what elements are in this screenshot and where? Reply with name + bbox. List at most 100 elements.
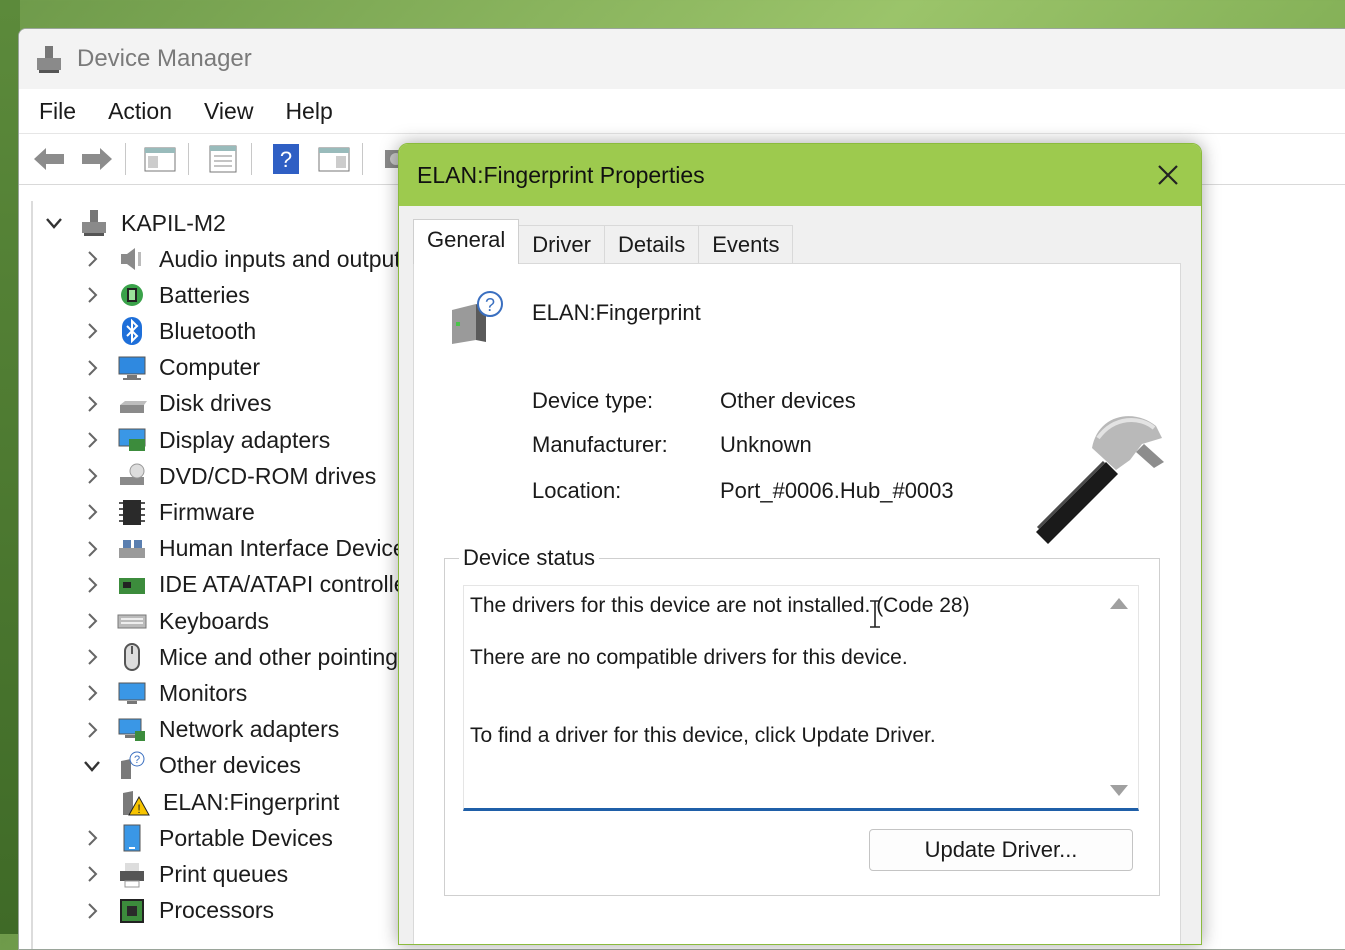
tree-item[interactable]: Human Interface Devices bbox=[81, 531, 417, 567]
console-tree-icon bbox=[144, 147, 176, 172]
chevron-right-icon[interactable] bbox=[81, 465, 103, 487]
status-line-1: The drivers for this device are not inst… bbox=[470, 594, 970, 617]
tree-item[interactable]: Computer bbox=[81, 350, 260, 386]
chevron-right-icon[interactable] bbox=[81, 610, 103, 632]
tree-item[interactable]: Firmware bbox=[81, 494, 255, 530]
mouse-icon bbox=[117, 642, 147, 672]
chevron-right-icon[interactable] bbox=[81, 827, 103, 849]
tree-item-label: Keyboards bbox=[159, 607, 269, 634]
chevron-right-icon[interactable] bbox=[81, 429, 103, 451]
tree-item[interactable]: ! ELAN:Fingerprint bbox=[121, 784, 339, 820]
tree-item[interactable]: DVD/CD-ROM drives bbox=[81, 458, 376, 494]
svg-text:?: ? bbox=[134, 754, 140, 766]
tab-general[interactable]: General bbox=[413, 219, 520, 264]
chevron-right-icon[interactable] bbox=[81, 863, 103, 885]
device-status-group: Device status The drivers for this devic… bbox=[444, 545, 1160, 896]
chevron-right-icon[interactable] bbox=[81, 357, 103, 379]
chevron-right-icon[interactable] bbox=[81, 574, 103, 596]
chevron-right-icon[interactable] bbox=[81, 719, 103, 741]
chevron-right-icon[interactable] bbox=[81, 393, 103, 415]
unknown-device-icon: ? bbox=[448, 290, 506, 348]
battery-icon bbox=[117, 280, 147, 310]
tree-item-label: Computer bbox=[159, 354, 260, 381]
action-pane-button[interactable] bbox=[314, 141, 354, 177]
tree-item-label: Disk drives bbox=[159, 390, 272, 417]
chevron-right-icon[interactable] bbox=[81, 501, 103, 523]
tree-item-label: Display adapters bbox=[159, 426, 331, 453]
monitor-icon bbox=[117, 678, 147, 708]
device-manager-icon bbox=[35, 44, 63, 74]
device-tree: KAPIL-M2 Audio inputs and outputs Batteri… bbox=[31, 201, 482, 949]
hid-icon bbox=[117, 534, 147, 564]
window-title: Device Manager bbox=[77, 45, 252, 72]
menu-view[interactable]: View bbox=[204, 98, 253, 125]
tree-item-label: Other devices bbox=[159, 752, 301, 779]
chevron-right-icon[interactable] bbox=[81, 248, 103, 270]
device-status-textbox[interactable]: The drivers for this device are not inst… bbox=[463, 585, 1139, 811]
tree-item[interactable]: Batteries bbox=[81, 277, 250, 313]
menu-file[interactable]: File bbox=[39, 98, 76, 125]
menu-help[interactable]: Help bbox=[285, 98, 332, 125]
tree-item[interactable]: Network adapters bbox=[81, 712, 339, 748]
scroll-down-icon[interactable] bbox=[1110, 785, 1128, 796]
device-type-value: Other devices bbox=[720, 388, 856, 413]
tree-item[interactable]: Portable Devices bbox=[81, 820, 333, 856]
ide-controller-icon bbox=[117, 570, 147, 600]
properties-button[interactable] bbox=[203, 141, 243, 177]
tree-item[interactable]: Monitors bbox=[81, 675, 247, 711]
tree-root[interactable]: KAPIL-M2 bbox=[43, 205, 226, 241]
dialog-body: General Driver Details Events ? ELAN:Fin… bbox=[399, 206, 1201, 944]
chevron-right-icon[interactable] bbox=[81, 320, 103, 342]
network-adapter-icon bbox=[117, 715, 147, 745]
chevron-right-icon[interactable] bbox=[81, 646, 103, 668]
tab-details[interactable]: Details bbox=[603, 225, 700, 264]
tree-item-label: Human Interface Devices bbox=[159, 535, 418, 562]
status-line-3: To find a driver for this device, click … bbox=[470, 724, 936, 747]
tree-item-label: Batteries bbox=[159, 281, 250, 308]
toolbar-separator bbox=[362, 143, 363, 175]
svg-text:?: ? bbox=[485, 295, 495, 315]
tree-item[interactable]: Bluetooth bbox=[81, 313, 256, 349]
chevron-right-icon[interactable] bbox=[81, 284, 103, 306]
tree-item-label: DVD/CD-ROM drives bbox=[159, 462, 377, 489]
speaker-icon bbox=[117, 244, 147, 274]
dialog-title: ELAN:Fingerprint Properties bbox=[417, 161, 705, 188]
text-cursor-icon bbox=[868, 600, 882, 628]
chevron-right-icon[interactable] bbox=[81, 682, 103, 704]
desktop-background bbox=[0, 0, 20, 934]
tree-item-label: IDE ATA/ATAPI controllers bbox=[159, 571, 426, 598]
scroll-up-icon[interactable] bbox=[1110, 598, 1128, 609]
dialog-close-button[interactable] bbox=[1151, 158, 1185, 192]
back-button[interactable] bbox=[29, 141, 69, 177]
chevron-right-icon[interactable] bbox=[81, 900, 103, 922]
location-label: Location: bbox=[532, 478, 622, 503]
tree-item[interactable]: Disk drives bbox=[81, 386, 271, 422]
svg-text:?: ? bbox=[280, 147, 292, 172]
chevron-down-icon[interactable] bbox=[81, 755, 103, 777]
device-status-title: Device status bbox=[459, 545, 600, 571]
chevron-right-icon[interactable] bbox=[81, 538, 103, 560]
tree-item-label: Audio inputs and outputs bbox=[159, 245, 413, 272]
tree-item[interactable]: Display adapters bbox=[81, 422, 330, 458]
tree-item[interactable]: Audio inputs and outputs bbox=[81, 241, 412, 277]
update-driver-button[interactable]: Update Driver... bbox=[869, 829, 1133, 871]
processor-icon bbox=[117, 896, 147, 926]
tab-events[interactable]: Events bbox=[698, 225, 794, 264]
chevron-down-icon[interactable] bbox=[43, 212, 65, 234]
tab-driver[interactable]: Driver bbox=[518, 225, 605, 264]
bluetooth-icon bbox=[117, 316, 147, 346]
action-pane-icon bbox=[318, 147, 350, 172]
manufacturer-label: Manufacturer: bbox=[532, 432, 668, 457]
tree-item[interactable]: ? Other devices bbox=[81, 748, 301, 784]
help-button[interactable]: ? bbox=[266, 141, 306, 177]
tree-item-label: Portable Devices bbox=[159, 824, 333, 851]
show-hide-console-tree-button[interactable] bbox=[140, 141, 180, 177]
tree-item[interactable]: Processors bbox=[81, 893, 274, 929]
tree-item[interactable]: Keyboards bbox=[81, 603, 269, 639]
tree-item[interactable]: Print queues bbox=[81, 856, 288, 892]
printer-icon bbox=[117, 859, 147, 889]
portable-device-icon bbox=[117, 823, 147, 853]
tree-item[interactable]: IDE ATA/ATAPI controllers bbox=[81, 567, 426, 603]
menu-action[interactable]: Action bbox=[108, 98, 172, 125]
forward-button[interactable] bbox=[77, 141, 117, 177]
